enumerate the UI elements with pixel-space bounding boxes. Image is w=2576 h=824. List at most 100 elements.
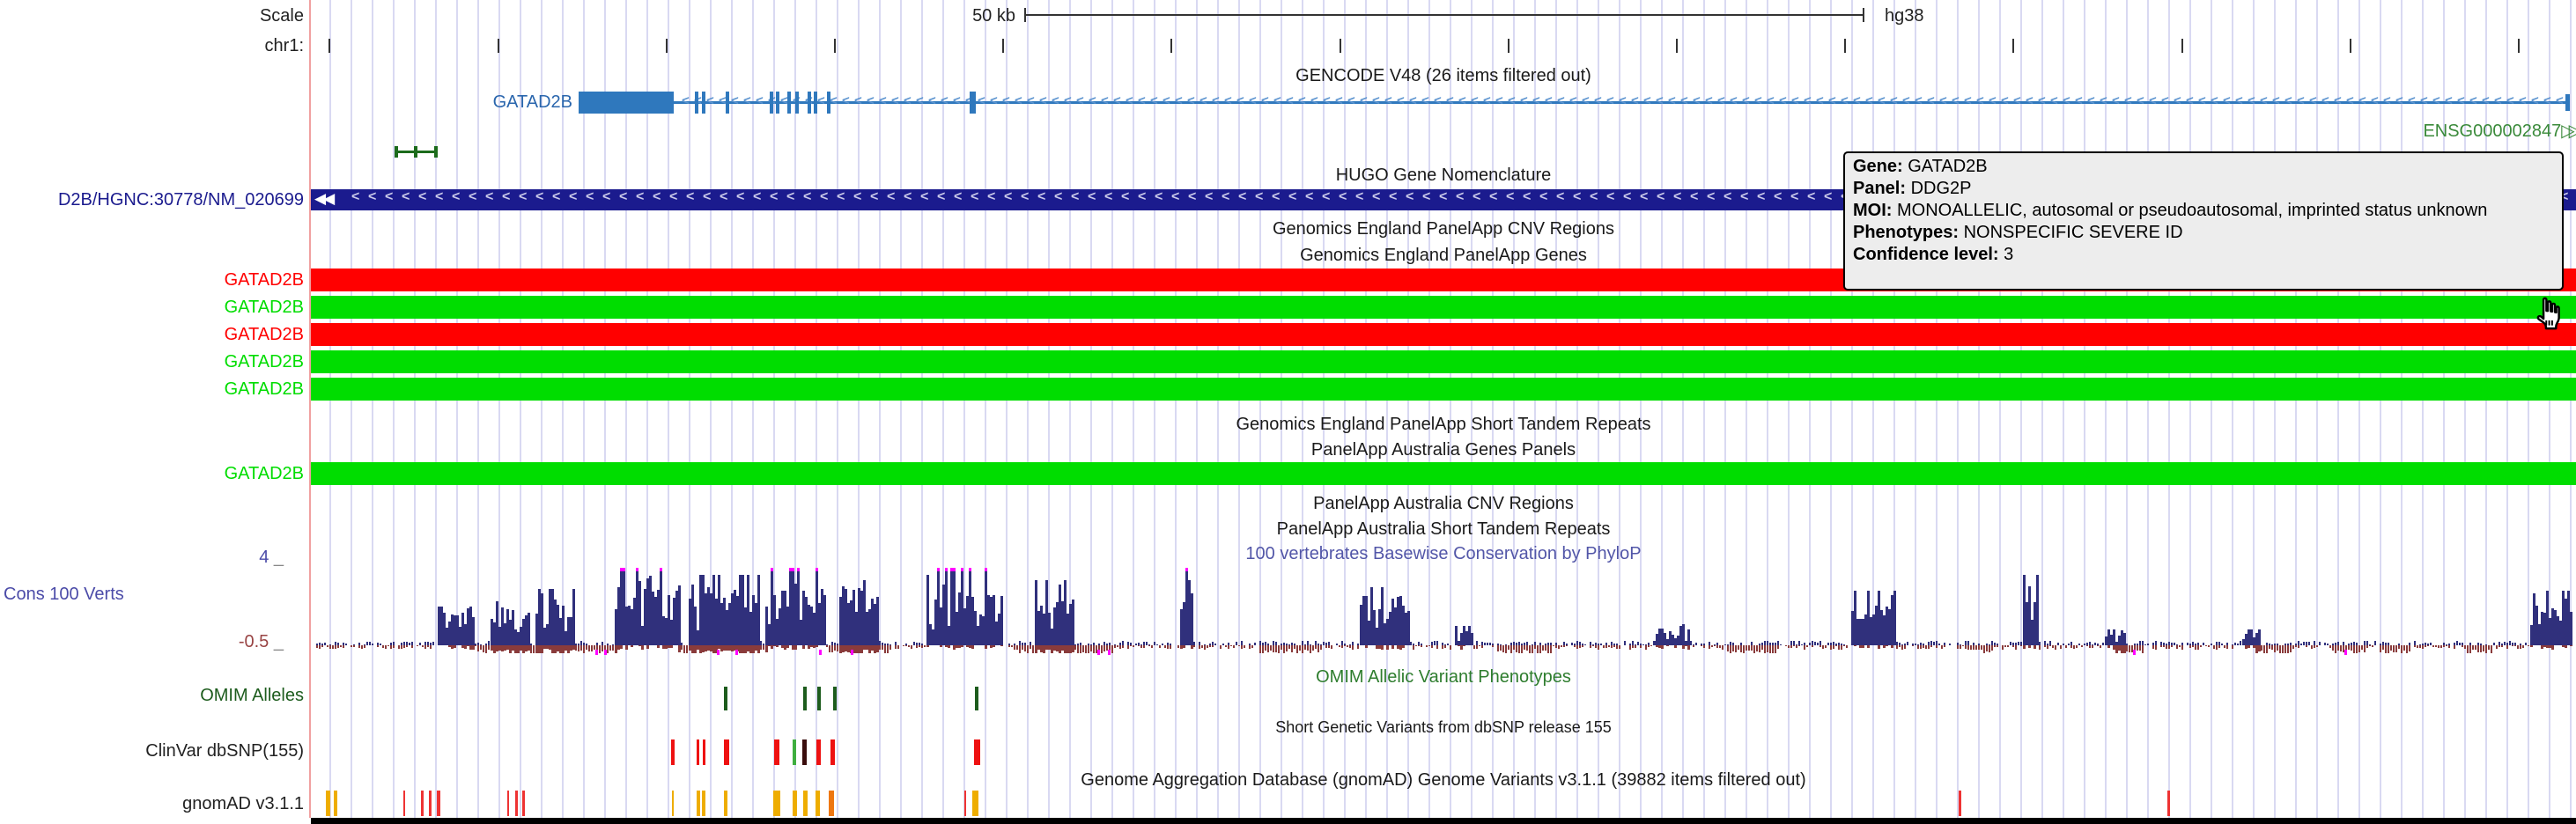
gnomad-variant-tick[interactable] <box>2167 791 2170 816</box>
phylop-pos-bar <box>1000 596 1003 645</box>
gnomad-variant-tick[interactable] <box>697 791 700 816</box>
gene-exon-tick[interactable] <box>814 92 817 114</box>
strand-chevron-left-icon: < <box>1323 93 1331 108</box>
phylop-clip-top <box>961 568 963 571</box>
au-panelapp-genes-bar[interactable] <box>311 462 2576 485</box>
hugo-chevron-left-icon: < <box>452 189 460 205</box>
gene-coding-box[interactable] <box>579 92 674 114</box>
phylop-clip-top <box>636 568 638 571</box>
hugo-chevron-left-icon: < <box>987 189 995 205</box>
gene-exon-terminal[interactable] <box>2565 94 2570 111</box>
phylop-histogram[interactable] <box>311 568 2576 658</box>
phylop-neg-bar <box>2168 645 2170 649</box>
gnomad-variant-tick[interactable] <box>964 791 966 816</box>
phylop-neg-bar <box>897 645 899 649</box>
omim-variant-tick[interactable] <box>975 687 978 710</box>
phylop-pos-bar <box>913 642 915 645</box>
strand-chevron-left-icon: < <box>2026 93 2033 108</box>
phylop-neg-bar <box>2152 645 2154 649</box>
track-title-phylop: 100 vertebrates Basewise Conservation by… <box>311 544 2576 563</box>
gnomad-variant-tick[interactable] <box>429 791 432 816</box>
gnomad-variant-tick[interactable] <box>437 791 440 816</box>
gnomad-variant-tick[interactable] <box>1959 791 1961 816</box>
gene-exon-tick[interactable] <box>776 92 779 114</box>
hugo-chevron-left-icon: < <box>535 189 543 205</box>
phylop-neg-bar <box>681 645 683 650</box>
clinvar-variant-tick[interactable] <box>830 739 835 765</box>
strand-chevron-left-icon: < <box>867 93 875 108</box>
ge-panelapp-bar-label: GATAD2B <box>0 379 304 400</box>
gnomad-variant-tick[interactable] <box>403 791 405 816</box>
strand-chevron-left-icon: < <box>2358 93 2366 108</box>
gnomad-variant-tick[interactable] <box>522 791 525 816</box>
phylop-pos-bar <box>1814 642 1816 645</box>
gnomad-variant-tick[interactable] <box>507 791 509 816</box>
gnomad-variant-tick[interactable] <box>793 791 797 816</box>
phylop-neg-bar <box>2139 645 2141 651</box>
gene-exon-tick[interactable] <box>808 92 811 114</box>
ge-panelapp-bar[interactable] <box>311 350 2576 373</box>
gnomad-variant-tick[interactable] <box>972 791 978 816</box>
gene-exon-tick[interactable] <box>795 92 799 114</box>
scale-label: Scale <box>0 6 304 26</box>
strand-chevron-left-icon: < <box>1791 93 1799 108</box>
gene-exon-tick[interactable] <box>770 92 773 114</box>
strand-chevron-left-icon: < <box>1483 93 1491 108</box>
phylop-neg-bar <box>1281 645 1282 650</box>
omim-variant-tick[interactable] <box>803 687 807 710</box>
hugo-chevron-left-icon: < <box>1188 189 1196 205</box>
clinvar-variant-tick[interactable] <box>816 739 821 765</box>
clinvar-variant-tick[interactable] <box>697 739 699 765</box>
hugo-chevron-left-icon: < <box>971 189 978 205</box>
clinvar-variant-tick[interactable] <box>793 739 796 765</box>
gnomad-variant-tick[interactable] <box>334 791 337 816</box>
phylop-neg-bar <box>602 645 603 651</box>
gnomad-variant-tick[interactable] <box>672 791 674 816</box>
phylop-neg-bar <box>1521 645 1523 653</box>
gnomad-variant-tick[interactable] <box>515 791 518 816</box>
omim-variant-tick[interactable] <box>817 687 821 710</box>
gene-exon-tick[interactable] <box>787 92 791 114</box>
phylop-neg-bar <box>2282 645 2284 653</box>
clipped-arrow-glyphs: ▷▷ <box>2561 121 2576 141</box>
omim-variant-tick[interactable] <box>833 687 837 710</box>
phylop-neg-bar <box>533 645 535 653</box>
phylop-neg-bar <box>1111 645 1113 653</box>
ge-panelapp-bar[interactable] <box>311 378 2576 401</box>
phylop-neg-bar <box>2205 645 2207 646</box>
clinvar-variant-tick[interactable] <box>802 739 807 765</box>
gnomad-variant-tick[interactable] <box>326 791 330 816</box>
hugo-chevron-left-icon: < <box>1690 189 1698 205</box>
track-title-au-str: PanelApp Australia Short Tandem Repeats <box>311 519 2576 539</box>
clinvar-variant-tick[interactable] <box>774 739 779 765</box>
phylop-pos-bar <box>1487 643 1488 645</box>
gene-exon-thick[interactable] <box>970 92 976 114</box>
clinvar-variant-tick[interactable] <box>974 739 980 765</box>
ge-panelapp-bar[interactable] <box>311 323 2576 346</box>
gnomad-variant-tick[interactable] <box>702 791 705 816</box>
gnomad-variant-tick[interactable] <box>803 791 808 816</box>
omim-variant-tick[interactable] <box>724 687 727 710</box>
gene-exon-tick[interactable] <box>695 92 698 114</box>
phylop-neg-bar <box>879 645 881 650</box>
gnomad-variant-tick[interactable] <box>816 791 820 816</box>
phylop-neg-bar <box>485 645 487 653</box>
gene-exon-tick[interactable] <box>827 92 830 114</box>
phylop-neg-bar <box>1989 645 1990 652</box>
phylop-neg-bar <box>1991 645 1993 651</box>
gnomad-variant-tick[interactable] <box>829 791 834 816</box>
phylop-neg-bar <box>2388 645 2389 653</box>
mouse-cursor-hand <box>2529 296 2566 333</box>
phylop-neg-bar <box>2337 645 2339 651</box>
clinvar-variant-tick[interactable] <box>724 739 729 765</box>
ge-panelapp-bar[interactable] <box>311 296 2576 319</box>
gnomad-variant-tick[interactable] <box>421 791 424 816</box>
gnomad-variant-tick[interactable] <box>773 791 780 816</box>
gene-exon-tick[interactable] <box>702 92 705 114</box>
gene-exon-tick[interactable] <box>726 92 729 114</box>
clinvar-variant-tick[interactable] <box>671 739 675 765</box>
clinvar-variant-tick[interactable] <box>703 739 705 765</box>
phylop-pos-bar <box>1156 644 1158 645</box>
dense-track-bar[interactable] <box>311 818 2576 824</box>
gnomad-variant-tick[interactable] <box>724 791 727 816</box>
